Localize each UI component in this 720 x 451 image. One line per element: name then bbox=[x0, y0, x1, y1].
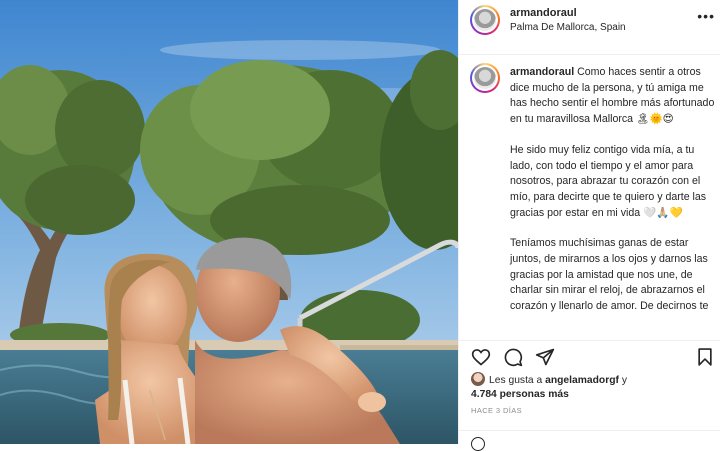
post-timestamp[interactable]: HACE 3 DÍAS bbox=[471, 406, 522, 415]
add-comment-bar bbox=[459, 430, 720, 451]
caption-username[interactable]: armandoraul bbox=[510, 66, 574, 78]
post-caption: armandoraul Como haces sentir a otros di… bbox=[510, 65, 715, 330]
likes-connector: y bbox=[621, 375, 627, 386]
action-bar bbox=[459, 340, 720, 370]
comments-area[interactable]: armandoraul Como haces sentir a otros di… bbox=[459, 56, 720, 336]
post-location[interactable]: Palma De Mallorca, Spain bbox=[510, 22, 626, 33]
bookmark-icon[interactable] bbox=[695, 347, 715, 367]
caption-text-3: Teníamos muchísimas ganas de estar junto… bbox=[510, 237, 709, 313]
emoji-icon[interactable] bbox=[471, 437, 485, 451]
post-header: armandoraul Palma De Mallorca, Spain ••• bbox=[459, 0, 720, 55]
post-details-panel: armandoraul Palma De Mallorca, Spain •••… bbox=[458, 0, 720, 451]
likes-prefix: Les gusta a bbox=[489, 375, 543, 386]
likes-summary: Les gusta a angelamadorgf y 4.784 person… bbox=[471, 372, 716, 402]
liker-username[interactable]: angelamadorgf bbox=[545, 375, 619, 386]
avatar-image bbox=[474, 9, 496, 31]
comment-icon[interactable] bbox=[503, 347, 523, 367]
caption-text-2: He sido muy feliz contigo vida mía, a tu… bbox=[510, 143, 707, 219]
heart-icon[interactable] bbox=[471, 347, 491, 367]
avatar-image bbox=[474, 67, 496, 89]
caption-paragraph: He sido muy feliz contigo vida mía, a tu… bbox=[510, 143, 715, 222]
caption-author-avatar[interactable] bbox=[470, 63, 500, 93]
more-options-icon[interactable]: ••• bbox=[697, 8, 715, 24]
share-icon[interactable] bbox=[535, 347, 555, 367]
author-username[interactable]: armandoraul bbox=[510, 7, 577, 19]
caption-paragraph: Teníamos muchísimas ganas de estar junto… bbox=[510, 236, 715, 315]
photo-illustration bbox=[0, 0, 458, 444]
liker-avatar[interactable] bbox=[471, 372, 485, 386]
post-photo[interactable] bbox=[0, 0, 458, 444]
likes-count[interactable]: 4.784 personas más bbox=[471, 389, 569, 400]
caption-paragraph: armandoraul Como haces sentir a otros di… bbox=[510, 65, 715, 128]
author-avatar[interactable] bbox=[470, 5, 500, 35]
